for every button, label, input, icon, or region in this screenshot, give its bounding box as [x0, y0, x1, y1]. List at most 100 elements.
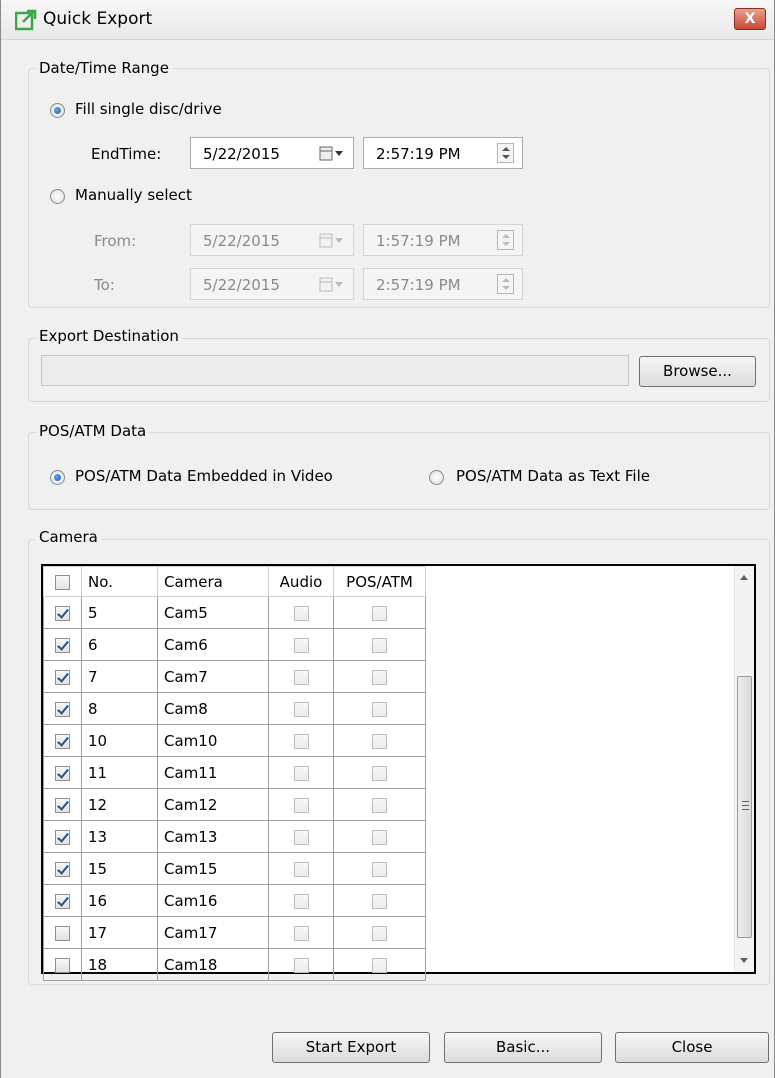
audio-checkbox[interactable]: [293, 701, 309, 717]
close-button[interactable]: Close: [615, 1032, 769, 1063]
spin-updown-icon[interactable]: [497, 230, 514, 250]
spin-updown-icon[interactable]: [497, 274, 514, 294]
grip-icon: [742, 801, 749, 810]
camera-scrollbar[interactable]: [734, 566, 754, 972]
camera-no-cell: 5: [81, 596, 158, 629]
calendar-icon[interactable]: [319, 277, 345, 293]
camera-no-cell: 7: [81, 660, 158, 693]
manual-select-label: Manually select: [75, 186, 192, 204]
camera-no-cell: 8: [81, 692, 158, 725]
audio-checkbox[interactable]: [293, 861, 309, 877]
camera-select-checkbox[interactable]: [55, 957, 70, 973]
camera-grid[interactable]: No. Camera Audio POS/ATM 5 Cam5 6 Cam6 7 Cam7…: [41, 564, 756, 981]
camera-no-cell: 11: [81, 756, 158, 789]
camera-select-checkbox[interactable]: [55, 893, 70, 909]
audio-checkbox[interactable]: [293, 605, 309, 621]
pos-atm-checkbox[interactable]: [372, 957, 387, 973]
basic-button[interactable]: Basic...: [444, 1032, 602, 1063]
table-row[interactable]: 13 Cam13: [43, 820, 426, 853]
pos-atm-checkbox[interactable]: [372, 605, 387, 621]
to-time-picker[interactable]: 2:57:19 PM: [363, 268, 523, 300]
camera-table: No. Camera Audio POS/ATM 5 Cam5 6 Cam6 7 Cam7…: [43, 566, 426, 981]
audio-checkbox[interactable]: [293, 637, 309, 653]
audio-checkbox[interactable]: [293, 925, 309, 941]
pos-embedded-radio[interactable]: [50, 470, 65, 485]
camera-name-cell: Cam16: [157, 884, 269, 917]
audio-checkbox[interactable]: [293, 797, 309, 813]
pos-atm-checkbox[interactable]: [372, 701, 387, 717]
pos-atm-label: POS/ATM Data: [35, 422, 151, 440]
camera-select-checkbox[interactable]: [55, 701, 70, 717]
to-date-picker[interactable]: 5/22/2015: [190, 268, 354, 300]
calendar-icon[interactable]: [319, 146, 345, 162]
pos-atm-checkbox[interactable]: [372, 669, 387, 685]
pos-atm-checkbox[interactable]: [372, 733, 387, 749]
camera-select-checkbox[interactable]: [55, 829, 70, 845]
pos-atm-cell: [333, 692, 426, 725]
scroll-thumb[interactable]: [737, 676, 752, 938]
pos-atm-checkbox[interactable]: [372, 893, 387, 909]
pos-atm-checkbox[interactable]: [372, 925, 387, 941]
endtime-date-picker[interactable]: 5/22/2015: [190, 137, 354, 169]
pos-atm-checkbox[interactable]: [372, 637, 387, 653]
table-row[interactable]: 16 Cam16: [43, 884, 426, 917]
camera-name-cell: Cam15: [157, 852, 269, 885]
pos-atm-cell: [333, 884, 426, 917]
from-label: From:: [94, 232, 137, 250]
audio-checkbox[interactable]: [293, 733, 309, 749]
camera-select-checkbox[interactable]: [55, 637, 70, 653]
table-row[interactable]: 10 Cam10: [43, 724, 426, 757]
from-date-picker[interactable]: 5/22/2015: [190, 224, 354, 256]
audio-checkbox[interactable]: [293, 765, 309, 781]
camera-select-checkbox[interactable]: [55, 605, 70, 621]
from-time-value: 1:57:19 PM: [376, 232, 461, 250]
export-path-field[interactable]: [41, 355, 629, 386]
fill-single-radio[interactable]: [50, 103, 65, 118]
pos-atm-checkbox[interactable]: [372, 861, 387, 877]
table-row[interactable]: 8 Cam8: [43, 692, 426, 725]
window-close-button[interactable]: X: [734, 8, 766, 30]
window-title: Quick Export: [43, 9, 153, 29]
pos-atm-cell: [333, 916, 426, 949]
browse-button[interactable]: Browse...: [639, 356, 756, 387]
camera-select-checkbox[interactable]: [55, 669, 70, 685]
camera-no-cell: 6: [81, 628, 158, 661]
camera-select-checkbox[interactable]: [55, 733, 70, 749]
pos-atm-checkbox[interactable]: [372, 797, 387, 813]
table-row[interactable]: 15 Cam15: [43, 852, 426, 885]
audio-checkbox[interactable]: [293, 669, 309, 685]
start-export-button[interactable]: Start Export: [272, 1032, 430, 1063]
col-audio-header[interactable]: Audio: [268, 566, 334, 597]
spin-updown-icon[interactable]: [497, 143, 514, 163]
col-camera-header[interactable]: Camera: [157, 566, 269, 597]
col-no-header[interactable]: No.: [81, 566, 158, 597]
from-time-picker[interactable]: 1:57:19 PM: [363, 224, 523, 256]
table-row[interactable]: 5 Cam5: [43, 596, 426, 629]
table-row[interactable]: 17 Cam17: [43, 916, 426, 949]
camera-select-checkbox[interactable]: [55, 797, 70, 813]
pos-atm-checkbox[interactable]: [372, 829, 387, 845]
scroll-down-icon[interactable]: [735, 950, 754, 970]
calendar-icon[interactable]: [319, 233, 345, 249]
audio-checkbox[interactable]: [293, 957, 309, 973]
row-select-cell: [43, 948, 82, 981]
audio-checkbox[interactable]: [293, 893, 309, 909]
table-row[interactable]: 7 Cam7: [43, 660, 426, 693]
scroll-up-icon[interactable]: [735, 568, 754, 588]
manual-select-radio[interactable]: [50, 189, 65, 204]
endtime-time-picker[interactable]: 2:57:19 PM: [363, 137, 523, 169]
camera-select-checkbox[interactable]: [55, 925, 70, 941]
audio-checkbox[interactable]: [293, 829, 309, 845]
select-all-checkbox[interactable]: [55, 574, 70, 590]
table-row[interactable]: 12 Cam12: [43, 788, 426, 821]
table-row[interactable]: 11 Cam11: [43, 756, 426, 789]
pos-atm-checkbox[interactable]: [372, 765, 387, 781]
table-row[interactable]: 18 Cam18: [43, 948, 426, 981]
camera-select-checkbox[interactable]: [55, 765, 70, 781]
audio-cell: [268, 788, 334, 821]
camera-select-checkbox[interactable]: [55, 861, 70, 877]
pos-text-file-radio[interactable]: [429, 470, 444, 485]
camera-name-cell: Cam6: [157, 628, 269, 661]
table-row[interactable]: 6 Cam6: [43, 628, 426, 661]
col-pos-header[interactable]: POS/ATM: [333, 566, 426, 597]
